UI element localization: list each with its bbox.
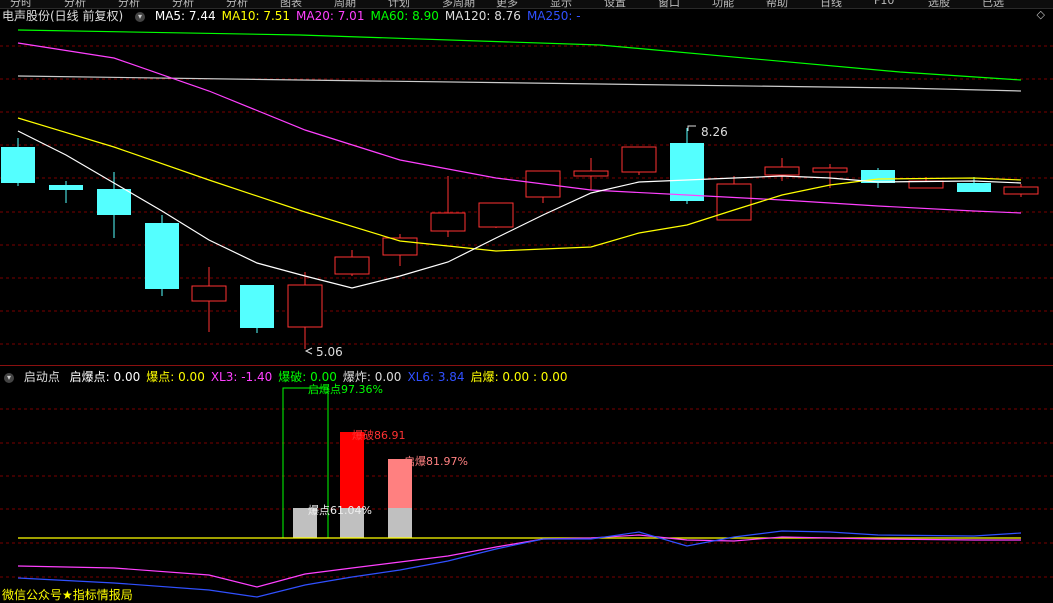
high-marker bbox=[687, 125, 696, 131]
candle-body bbox=[49, 185, 83, 190]
footer-watermark: 微信公众号★指标情报局 bbox=[2, 588, 133, 602]
candle-body bbox=[191, 285, 227, 302]
qibao-label: 启爆81.97% bbox=[404, 454, 468, 468]
candle-body bbox=[97, 189, 131, 215]
candle-body bbox=[334, 256, 370, 275]
xl6-line bbox=[17, 530, 1022, 598]
candle-body bbox=[1, 147, 35, 183]
candle-body bbox=[957, 183, 991, 192]
candle-body bbox=[670, 143, 704, 201]
ma120-line bbox=[17, 75, 1022, 92]
ma60-line bbox=[17, 29, 1022, 81]
candle-body bbox=[430, 212, 466, 232]
candle-body bbox=[764, 166, 800, 176]
candle-body bbox=[145, 223, 179, 289]
candle-body bbox=[478, 202, 514, 228]
candle-body bbox=[240, 285, 274, 328]
low-marker bbox=[304, 347, 313, 355]
candle-body bbox=[573, 170, 609, 177]
candle-body bbox=[1003, 186, 1039, 195]
baodian-label: 爆点61.04% bbox=[308, 503, 372, 517]
candle-body bbox=[716, 183, 752, 221]
high-price-label: 8.26 bbox=[701, 125, 728, 139]
candle-body bbox=[621, 146, 657, 173]
baopo-bar bbox=[340, 432, 364, 508]
candle-body bbox=[287, 284, 323, 328]
baopo-label: 爆破86.91 bbox=[352, 428, 406, 442]
candle-body bbox=[812, 167, 848, 173]
baodian-bar bbox=[388, 508, 412, 538]
ma20-line bbox=[17, 42, 1022, 214]
kline-chart[interactable]: 8.26 5.06 启爆点97.36% 爆破86.91 启爆81.97% 爆点61.04% bbox=[0, 0, 1053, 601]
low-price-label: 5.06 bbox=[316, 345, 343, 359]
qibaodian-label: 启爆点97.36% bbox=[308, 382, 383, 396]
